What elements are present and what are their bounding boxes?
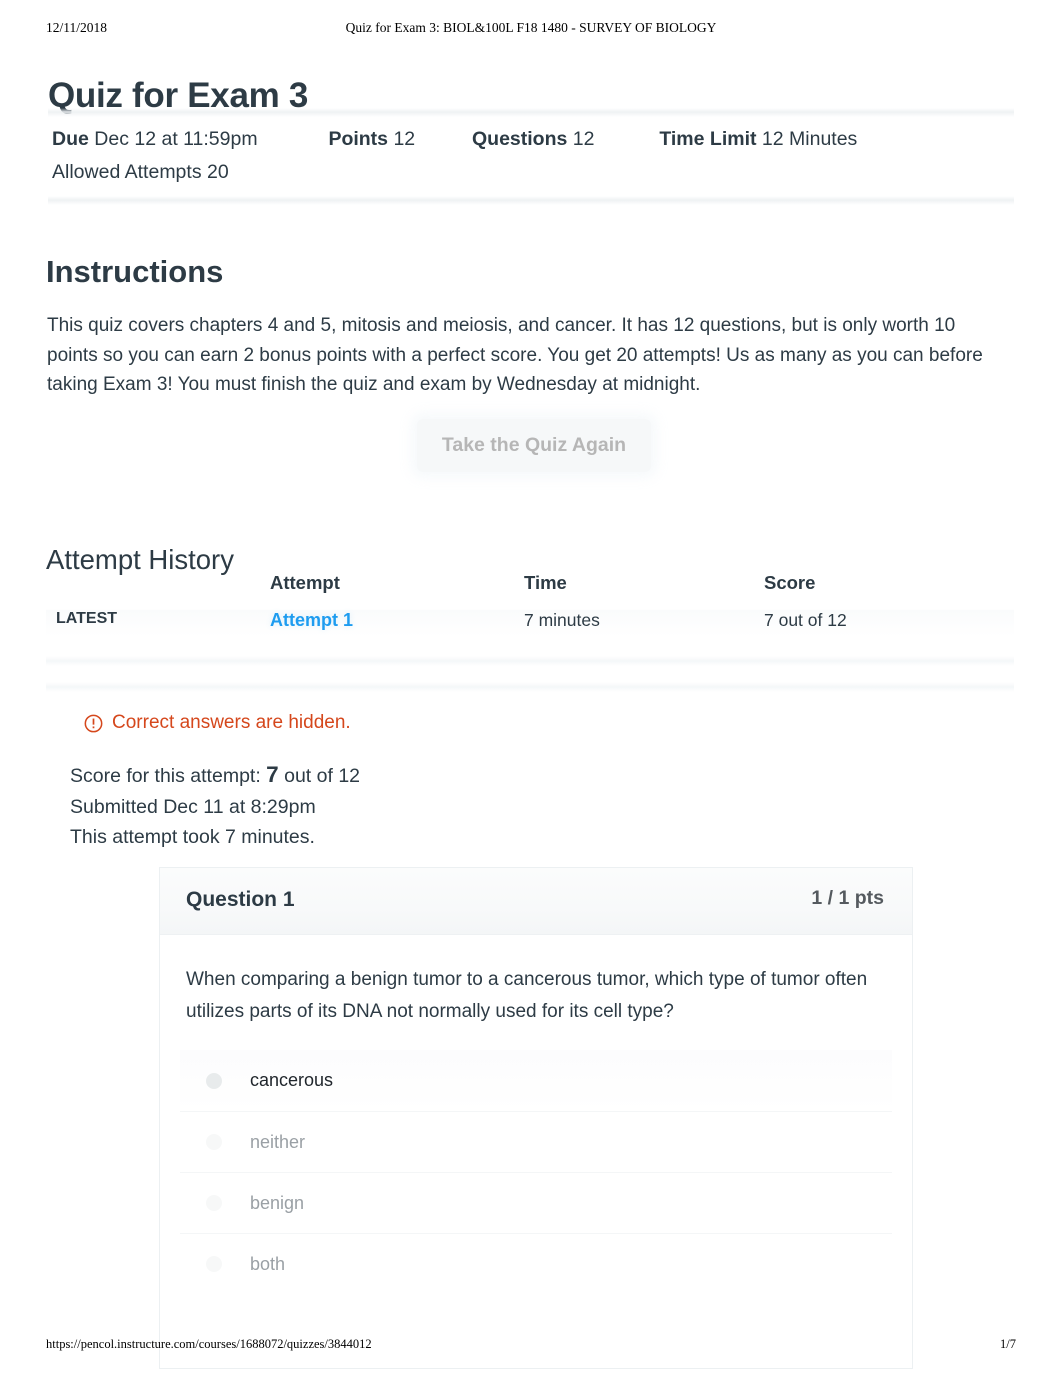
radio-button-icon[interactable] <box>206 1134 222 1150</box>
answer-label: both <box>250 1253 286 1274</box>
quiz-page: Quiz for Exam 3 Due Dec 12 at 11:59pm Po… <box>0 0 1062 1377</box>
duration-line: This attempt took 7 minutes. <box>70 826 315 848</box>
meta-time-limit-label: Time Limit <box>659 128 757 150</box>
score-suffix: out of 12 <box>284 765 361 787</box>
question-card: Question 1 1 / 1 pts When comparing a be… <box>160 868 912 1368</box>
meta-time-limit: Time Limit 12 Minutes <box>659 123 857 156</box>
meta-questions: Questions 12 <box>472 123 594 156</box>
quiz-meta-row: Due Dec 12 at 11:59pm Points 12 Question… <box>52 123 1012 156</box>
radio-button-icon[interactable] <box>206 1195 222 1211</box>
instructions-body: This quiz covers chapters 4 and 5, mitos… <box>47 315 983 395</box>
question-points: 1 / 1 pts <box>811 887 884 909</box>
meta-attempts-label: Allowed Attempts <box>52 161 202 183</box>
header-divider-bottom <box>48 196 1014 205</box>
radio-button-icon[interactable] <box>206 1072 222 1089</box>
attempt-history-table: Attempt Time Score LATEST Attempt 1 7 mi… <box>46 572 1014 692</box>
meta-points-label: Points <box>328 128 389 150</box>
header-divider-top <box>48 108 1014 117</box>
meta-due: Due Dec 12 at 11:59pm <box>52 123 258 156</box>
meta-attempts-value: 20 <box>207 161 229 183</box>
answer-label: benign <box>250 1192 305 1213</box>
question-header: Question 1 1 / 1 pts <box>160 868 912 935</box>
meta-due-label: Due <box>52 128 89 150</box>
answer-label: neither <box>250 1131 306 1152</box>
column-header-time: Time <box>524 572 567 593</box>
attempt-score: 7 out of 12 <box>764 610 847 630</box>
print-source-url: https://pencol.instructure.com/courses/1… <box>46 1337 372 1351</box>
attempt-score-line: Score for this attempt: 7 out of 12 <box>70 760 360 792</box>
question-number: Question 1 <box>186 888 295 911</box>
answer-option[interactable]: both <box>180 1233 892 1294</box>
print-page-number: 1/7 <box>1000 1337 1016 1351</box>
answer-option[interactable]: neither <box>180 1111 892 1172</box>
answer-list: cancerous neither benign both <box>180 1050 892 1294</box>
print-footer: https://pencol.instructure.com/courses/1… <box>0 1337 1062 1355</box>
score-prefix: Score for this attempt: <box>70 765 261 787</box>
latest-badge: LATEST <box>56 610 118 627</box>
meta-points: Points 12 <box>328 123 415 156</box>
table-header-row: Attempt Time Score <box>46 572 1014 610</box>
answer-label: cancerous <box>250 1070 334 1090</box>
table-row: LATEST Attempt 1 7 minutes 7 out of 12 <box>46 610 1014 648</box>
attempt-history-heading: Attempt History <box>46 543 234 575</box>
column-header-score: Score <box>764 572 816 593</box>
radio-button-icon[interactable] <box>206 1256 222 1272</box>
score-value: 7 <box>266 762 279 787</box>
question-text: When comparing a benign tumor to a cance… <box>186 969 868 1022</box>
hidden-answers-text: Correct answers are hidden. <box>112 712 351 733</box>
meta-points-value: 12 <box>393 128 416 150</box>
instructions-heading: Instructions <box>46 253 224 289</box>
attempt-link[interactable]: Attempt 1 <box>270 610 353 630</box>
meta-questions-value: 12 <box>572 128 595 150</box>
column-header-attempt: Attempt <box>270 572 340 593</box>
meta-questions-label: Questions <box>472 128 568 150</box>
meta-time-limit-value: 12 Minutes <box>761 128 858 150</box>
alert-circle-icon <box>84 714 103 733</box>
table-bottom-divider <box>46 682 1014 692</box>
answer-option[interactable]: benign <box>180 1172 892 1233</box>
answer-option[interactable]: cancerous <box>180 1050 892 1111</box>
attempt-summary: Score for this attempt: 7 out of 12 Subm… <box>70 760 360 853</box>
table-footer-divider <box>46 656 1014 666</box>
take-quiz-again-button[interactable]: Take the Quiz Again <box>417 419 651 472</box>
meta-due-value: Dec 12 at 11:59pm <box>94 128 258 150</box>
hidden-answers-notice: Correct answers are hidden. <box>84 712 351 734</box>
submitted-line: Submitted Dec 11 at 8:29pm <box>70 795 316 818</box>
meta-allowed-attempts: Allowed Attempts 20 <box>52 156 229 189</box>
attempt-time: 7 minutes <box>524 610 600 630</box>
